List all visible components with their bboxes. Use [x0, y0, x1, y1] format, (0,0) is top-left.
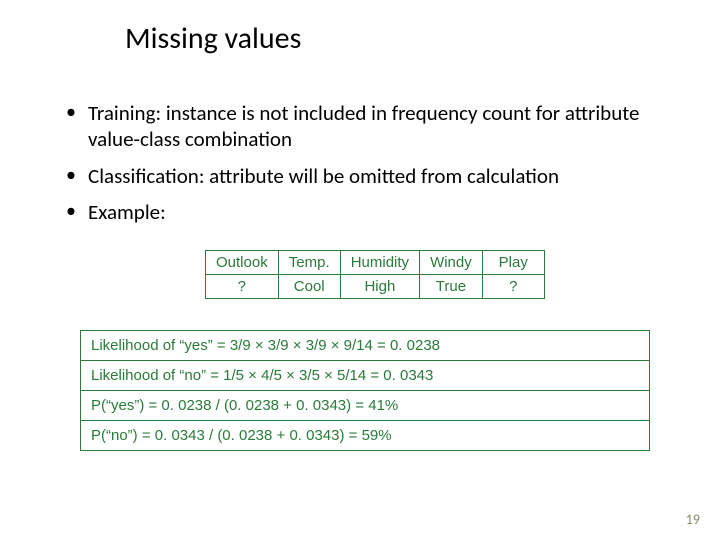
table-cell: ?	[482, 275, 544, 299]
table-header-cell: Humidity	[340, 251, 419, 275]
table-row: Outlook Temp. Humidity Windy Play	[206, 251, 545, 275]
table-row: Likelihood of “yes” = 3/9 × 3/9 × 3/9 × …	[81, 331, 650, 361]
example-table: Outlook Temp. Humidity Windy Play ? Cool…	[205, 250, 545, 299]
table-row: P(“yes”) = 0. 0238 / (0. 0238 + 0. 0343)…	[81, 391, 650, 421]
bullet-list: Training: instance is not included in fr…	[60, 100, 670, 235]
page-title: Missing values	[125, 20, 301, 57]
page-number: 19	[686, 511, 700, 528]
bullet-item: Training: instance is not included in fr…	[60, 100, 670, 153]
calc-cell: Likelihood of “no” = 1/5 × 4/5 × 3/5 × 5…	[81, 361, 650, 391]
table-header-cell: Temp.	[278, 251, 340, 275]
table-header-cell: Play	[482, 251, 544, 275]
calc-cell: P(“no”) = 0. 0343 / (0. 0238 + 0. 0343) …	[81, 421, 650, 451]
table-row: ? Cool High True ?	[206, 275, 545, 299]
table-cell: True	[420, 275, 483, 299]
calculation-table: Likelihood of “yes” = 3/9 × 3/9 × 3/9 × …	[80, 330, 650, 451]
table-header-cell: Windy	[420, 251, 483, 275]
table-header-cell: Outlook	[206, 251, 279, 275]
bullet-item: Example:	[60, 199, 670, 225]
table-row: Likelihood of “no” = 1/5 × 4/5 × 3/5 × 5…	[81, 361, 650, 391]
calc-cell: P(“yes”) = 0. 0238 / (0. 0238 + 0. 0343)…	[81, 391, 650, 421]
slide: Missing values Training: instance is not…	[0, 0, 720, 540]
table-cell: ?	[206, 275, 279, 299]
table-cell: Cool	[278, 275, 340, 299]
table-row: P(“no”) = 0. 0343 / (0. 0238 + 0. 0343) …	[81, 421, 650, 451]
bullet-item: Classification: attribute will be omitte…	[60, 163, 670, 189]
calc-cell: Likelihood of “yes” = 3/9 × 3/9 × 3/9 × …	[81, 331, 650, 361]
table-cell: High	[340, 275, 419, 299]
